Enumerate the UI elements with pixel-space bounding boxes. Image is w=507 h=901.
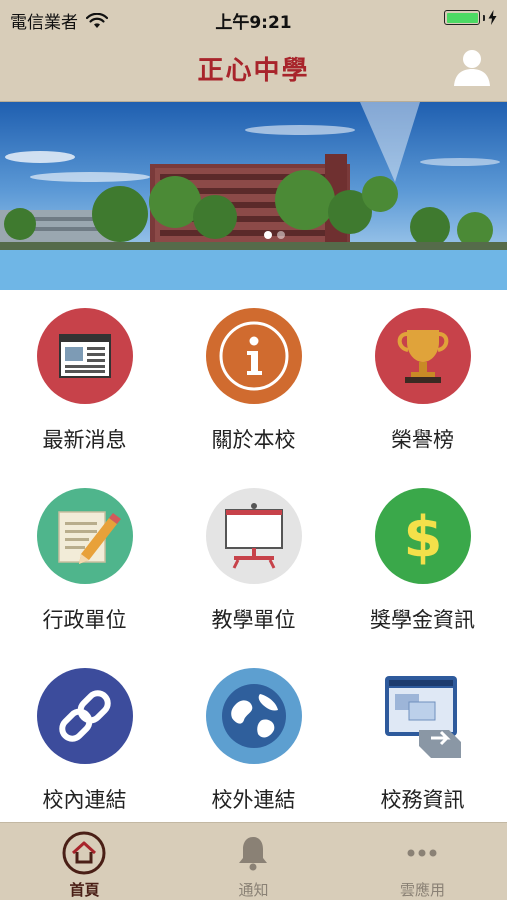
svg-text:$: $: [404, 505, 443, 570]
tab-cloud-apps[interactable]: 雲應用: [338, 823, 507, 901]
menu-item-teaching-units[interactable]: 教學單位: [169, 470, 338, 650]
status-bar: 電信業者 上午9:21: [0, 0, 507, 36]
newspaper-icon: [37, 308, 133, 404]
battery-level: [446, 12, 478, 23]
school-banner-carousel[interactable]: [0, 102, 507, 290]
menu-item-external-links[interactable]: 校外連結: [169, 650, 338, 830]
link-icon: [37, 668, 133, 764]
carousel-dot-active[interactable]: [264, 231, 272, 239]
feature-grid: 最新消息 關於本校 榮譽榜 行政單位 教學單位 $ 獎學金資訊 校內連結 校外連…: [0, 290, 507, 822]
info-icon: [206, 308, 302, 404]
menu-label: 行政單位: [42, 608, 127, 632]
menu-label: 校外連結: [211, 788, 296, 812]
user-profile-icon[interactable]: [451, 46, 493, 88]
pencil-note-icon: [37, 488, 133, 584]
school-building-image: [0, 102, 507, 290]
tab-home[interactable]: 首頁: [0, 823, 169, 901]
menu-label: 校務資訊: [380, 788, 465, 812]
charging-bolt-icon: [488, 10, 497, 25]
tab-label: 雲應用: [399, 881, 445, 899]
menu-label: 榮譽榜: [391, 428, 454, 452]
tab-label: 通知: [238, 881, 269, 899]
menu-item-about-school[interactable]: 關於本校: [169, 290, 338, 470]
clock: 上午9:21: [215, 13, 292, 33]
tab-notifications[interactable]: 通知: [169, 823, 338, 901]
tab-label: 首頁: [69, 881, 100, 899]
menu-item-latest-news[interactable]: 最新消息: [0, 290, 169, 470]
more-icon: [407, 849, 437, 857]
home-icon: [62, 831, 106, 875]
battery-icon: [444, 10, 497, 25]
menu-item-scholarship-info[interactable]: $ 獎學金資訊: [338, 470, 507, 650]
window-app-icon: [385, 676, 461, 758]
menu-item-school-affairs[interactable]: 校務資訊: [338, 650, 507, 830]
trophy-icon: [375, 308, 471, 404]
globe-icon: [206, 668, 302, 764]
tab-bar: 首頁 通知 雲應用: [0, 822, 507, 900]
whiteboard-icon: [206, 488, 302, 584]
nav-bar: 正心中學: [0, 36, 507, 102]
menu-label: 校內連結: [42, 788, 127, 812]
menu-label: 獎學金資訊: [370, 608, 475, 632]
menu-label: 最新消息: [42, 428, 127, 452]
bell-icon: [239, 837, 267, 871]
page-title: 正心中學: [197, 56, 310, 86]
carousel-dot[interactable]: [277, 231, 285, 239]
menu-item-administration[interactable]: 行政單位: [0, 470, 169, 650]
menu-item-internal-links[interactable]: 校內連結: [0, 650, 169, 830]
menu-label: 教學單位: [211, 608, 296, 632]
menu-item-honor-roll[interactable]: 榮譽榜: [338, 290, 507, 470]
menu-label: 關於本校: [211, 428, 296, 452]
dollar-icon: $: [375, 488, 471, 584]
